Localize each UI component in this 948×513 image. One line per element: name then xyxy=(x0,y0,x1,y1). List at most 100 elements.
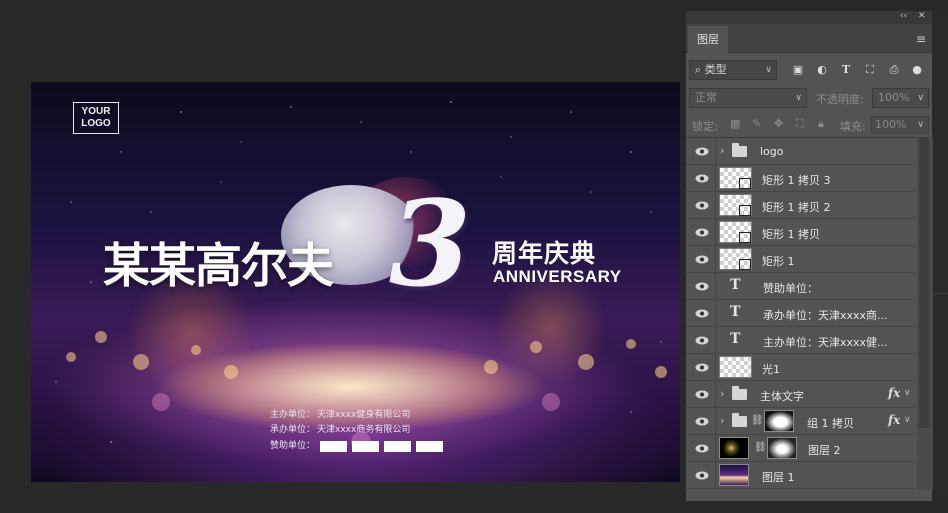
type-filter-icon[interactable]: T xyxy=(837,60,855,80)
chevron-down-icon[interactable]: ∨ xyxy=(904,415,911,425)
filter-kind-select[interactable]: ⌕ 类型 ∨ xyxy=(689,60,777,80)
shape-layer-badge-icon xyxy=(739,205,751,216)
layer-row[interactable]: ⛓ 图层 2 xyxy=(686,435,916,462)
panel-menu-icon[interactable]: ≡ xyxy=(916,32,926,46)
document-canvas[interactable]: YOUR LOGO 某某高尔夫 3 周年庆典 ANNIVERSARY 主办单位：… xyxy=(31,82,680,482)
smart-object-filter-icon[interactable]: ⎙ xyxy=(885,60,903,80)
layer-row[interactable]: 矩形 1 拷贝 3 xyxy=(686,165,916,192)
filter-toggle-switch[interactable]: ● xyxy=(912,60,922,80)
layer-effects-fx-icon[interactable]: fx xyxy=(888,413,900,427)
layer-row[interactable]: 图层 1 xyxy=(686,462,916,489)
main-title-text: 某某高尔夫 xyxy=(103,239,334,294)
opacity-input[interactable]: 100% ∨ xyxy=(872,88,929,108)
fill-input[interactable]: 100% ∨ xyxy=(871,116,929,134)
folder-icon xyxy=(732,413,747,427)
layer-row[interactable]: 光1 xyxy=(686,354,916,381)
chevron-right-icon[interactable]: › xyxy=(720,414,724,427)
right-dock-strip xyxy=(934,10,948,502)
layer-mask-thumbnail[interactable] xyxy=(767,437,797,459)
layer-filter-row: ⌕ 类型 ∨ ▣ ◐ T ⛶ ⎙ ● xyxy=(686,60,934,82)
layer-name: 矩形 1 拷贝 2 xyxy=(762,201,831,214)
layer-row[interactable]: T 主办单位：天津xxxx健... xyxy=(686,327,916,354)
layer-row[interactable]: 矩形 1 xyxy=(686,246,916,273)
lock-artboard-icon[interactable]: ⛶ xyxy=(796,117,804,131)
visibility-eye-icon[interactable] xyxy=(695,363,709,372)
divider xyxy=(934,293,948,294)
lock-transparent-icon[interactable]: ▦ xyxy=(730,117,740,130)
lock-position-move-icon[interactable]: ✥ xyxy=(774,117,783,130)
visibility-eye-icon[interactable] xyxy=(695,255,709,264)
layer-row[interactable]: T 承办单位：天津xxxx商... xyxy=(686,300,916,327)
pixel-filter-icon[interactable]: ▣ xyxy=(789,60,807,80)
fill-label: 填充: xyxy=(840,120,866,133)
mask-link-icon[interactable]: ⛓ xyxy=(754,442,767,453)
layer-row[interactable]: › 主体文字 fx ∨ xyxy=(686,381,916,408)
layer-name: 矩形 1 拷贝 3 xyxy=(762,174,831,187)
layer-effects-fx-icon[interactable]: fx xyxy=(888,386,900,400)
layer-row[interactable]: T 赞助单位： xyxy=(686,273,916,300)
visibility-eye-icon[interactable] xyxy=(695,282,709,291)
anniversary-cn-text: 周年庆典 xyxy=(492,239,597,268)
visibility-eye-icon[interactable] xyxy=(695,336,709,345)
sponsor-placeholder-box xyxy=(384,441,412,452)
chevron-down-icon: ∨ xyxy=(765,65,772,75)
layer-mask-thumbnail[interactable] xyxy=(764,410,794,432)
tab-layers[interactable]: 图层 xyxy=(688,26,728,53)
lock-label: 锁定: xyxy=(692,120,718,133)
lock-image-brush-icon[interactable]: ✎ xyxy=(752,117,761,130)
divider xyxy=(715,246,716,273)
chevron-right-icon[interactable]: › xyxy=(720,387,724,400)
layer-name: 组 1 拷贝 xyxy=(807,417,854,430)
panel-tabbar: 图层 ≡ xyxy=(686,24,932,53)
divider xyxy=(715,165,716,192)
lock-all-icon[interactable]: 🔒︎ xyxy=(818,117,824,131)
blend-mode-select[interactable]: 正常 ∨ xyxy=(689,88,807,108)
adjustment-filter-icon[interactable]: ◐ xyxy=(813,60,831,80)
visibility-eye-icon[interactable] xyxy=(695,201,709,210)
sponsor-placeholder-box xyxy=(320,441,348,452)
layer-name: 矩形 1 拷贝 xyxy=(762,228,820,241)
blend-row: 正常 ∨ 不透明度: 100% ∨ xyxy=(686,88,934,110)
visibility-eye-icon[interactable] xyxy=(695,471,709,480)
divider xyxy=(715,219,716,246)
chevron-down-icon[interactable]: ∨ xyxy=(904,388,911,398)
chevron-right-icon[interactable]: › xyxy=(720,144,724,157)
layer-name: 主办单位：天津xxxx健... xyxy=(763,336,888,349)
layer-row[interactable]: › ⛓ 组 1 拷贝 fx ∨ xyxy=(686,408,916,435)
anniversary-number: 3 xyxy=(389,174,472,313)
sponsor-info-line: 赞助单位： xyxy=(270,441,444,452)
visibility-eye-icon[interactable] xyxy=(695,228,709,237)
sponsor-label: 赞助单位： xyxy=(270,441,316,451)
layer-row[interactable]: › logo xyxy=(686,138,916,165)
text-layer-icon: T xyxy=(730,331,741,347)
visibility-eye-icon[interactable] xyxy=(695,390,709,399)
logo-text-line2: LOGO xyxy=(81,118,111,129)
divider xyxy=(715,300,716,327)
layers-scrollbar-thumb[interactable] xyxy=(919,138,929,428)
visibility-eye-icon[interactable] xyxy=(695,309,709,318)
shape-filter-icon[interactable]: ⛶ xyxy=(861,60,879,80)
folder-icon xyxy=(732,143,747,157)
visibility-eye-icon[interactable] xyxy=(695,174,709,183)
opacity-value: 100% xyxy=(878,91,910,104)
host-label: 主办单位： xyxy=(270,410,316,420)
lock-row: 锁定: ▦ ✎ ✥ ⛶ 🔒︎ 填充: 100% ∨ xyxy=(686,116,934,136)
divider xyxy=(715,381,716,408)
mask-link-icon[interactable]: ⛓ xyxy=(751,415,764,426)
logo-placeholder: YOUR LOGO xyxy=(73,102,119,134)
text-layer-icon: T xyxy=(730,304,741,320)
layer-name: 主体文字 xyxy=(760,390,804,403)
organizer-label: 承办单位： xyxy=(270,425,316,435)
divider xyxy=(715,408,716,435)
visibility-eye-icon[interactable] xyxy=(695,147,709,156)
divider xyxy=(715,138,716,165)
layer-row[interactable]: 矩形 1 拷贝 2 xyxy=(686,192,916,219)
close-panel-icon[interactable]: ✕ xyxy=(918,11,926,21)
collapse-panel-icon[interactable]: ‹‹ xyxy=(900,11,907,21)
visibility-eye-icon[interactable] xyxy=(695,417,709,426)
layer-row[interactable]: 矩形 1 拷贝 xyxy=(686,219,916,246)
sponsor-placeholder-box xyxy=(416,441,444,452)
visibility-eye-icon[interactable] xyxy=(695,444,709,453)
organizer-info-line: 承办单位： 天津xxxx商务有限公司 xyxy=(270,425,410,436)
divider xyxy=(715,327,716,354)
